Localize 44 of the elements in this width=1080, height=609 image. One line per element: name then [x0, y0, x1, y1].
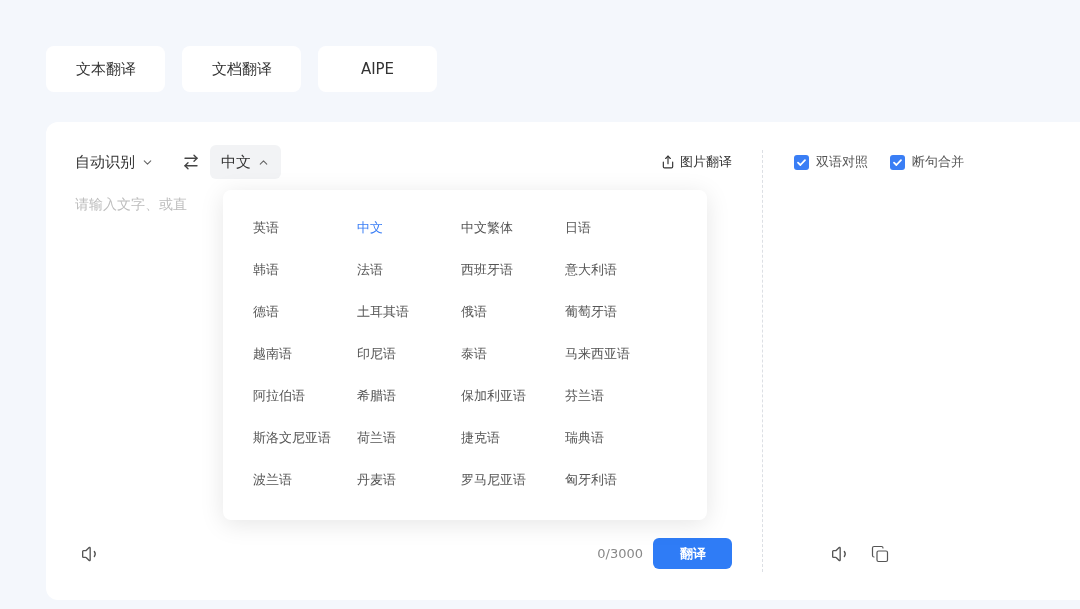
language-option[interactable]: 俄语 [461, 302, 487, 322]
language-option[interactable]: 葡萄牙语 [565, 302, 617, 322]
language-option[interactable]: 罗马尼亚语 [461, 470, 526, 490]
language-option[interactable]: 中文繁体 [461, 218, 513, 238]
language-option[interactable]: 丹麦语 [357, 470, 396, 490]
translate-button[interactable]: 翻译 [653, 538, 732, 569]
language-option[interactable]: 波兰语 [253, 470, 292, 490]
option-label: 断句合并 [912, 153, 964, 172]
mode-tab[interactable]: 文档翻译 [182, 46, 301, 92]
checkbox[interactable] [794, 154, 809, 170]
language-option[interactable]: 保加利亚语 [461, 386, 526, 406]
language-select[interactable]: 中文 [210, 145, 281, 179]
mode-tab[interactable]: AIPE [318, 46, 437, 92]
language-option[interactable]: 匈牙利语 [565, 470, 617, 490]
language-option[interactable]: 荷兰语 [357, 428, 396, 448]
language-option[interactable]: 捷克语 [461, 428, 500, 448]
language-option[interactable]: 意大利语 [565, 260, 617, 280]
language-option[interactable]: 印尼语 [357, 344, 396, 364]
language-option[interactable]: 韩语 [253, 260, 279, 280]
language-option[interactable]: 马来西亚语 [565, 344, 630, 364]
mode-tab[interactable]: 文本翻译 [46, 46, 165, 92]
copy-icon[interactable] [871, 544, 889, 563]
language-option[interactable]: 斯洛文尼亚语 [253, 428, 331, 448]
language-option[interactable]: 泰语 [461, 344, 487, 364]
language-option[interactable]: 瑞典语 [565, 428, 604, 448]
option-label: 双语对照 [816, 153, 868, 172]
language-select[interactable]: 自动识别 [75, 145, 154, 179]
language-option[interactable]: 芬兰语 [565, 386, 604, 406]
language-option[interactable]: 日语 [565, 218, 591, 238]
language-option[interactable]: 德语 [253, 302, 279, 322]
language-option[interactable]: 英语 [253, 218, 279, 238]
upload-icon [661, 155, 675, 169]
language-option[interactable]: 希腊语 [357, 386, 396, 406]
language-option[interactable]: 西班牙语 [461, 260, 513, 280]
char-count: 0/3000 [597, 544, 643, 563]
language-option[interactable]: 越南语 [253, 344, 292, 364]
image-translate-button[interactable]: 图片翻译 [661, 152, 732, 172]
language-option[interactable]: 阿拉伯语 [253, 386, 305, 406]
language-option[interactable]: 土耳其语 [357, 302, 409, 322]
language-option[interactable]: 中文 [357, 218, 383, 238]
checkbox[interactable] [890, 154, 905, 170]
input-field[interactable]: 请输入文字、或直 [75, 189, 225, 219]
language-option[interactable]: 法语 [357, 260, 383, 280]
swap-icon[interactable] [182, 153, 200, 171]
